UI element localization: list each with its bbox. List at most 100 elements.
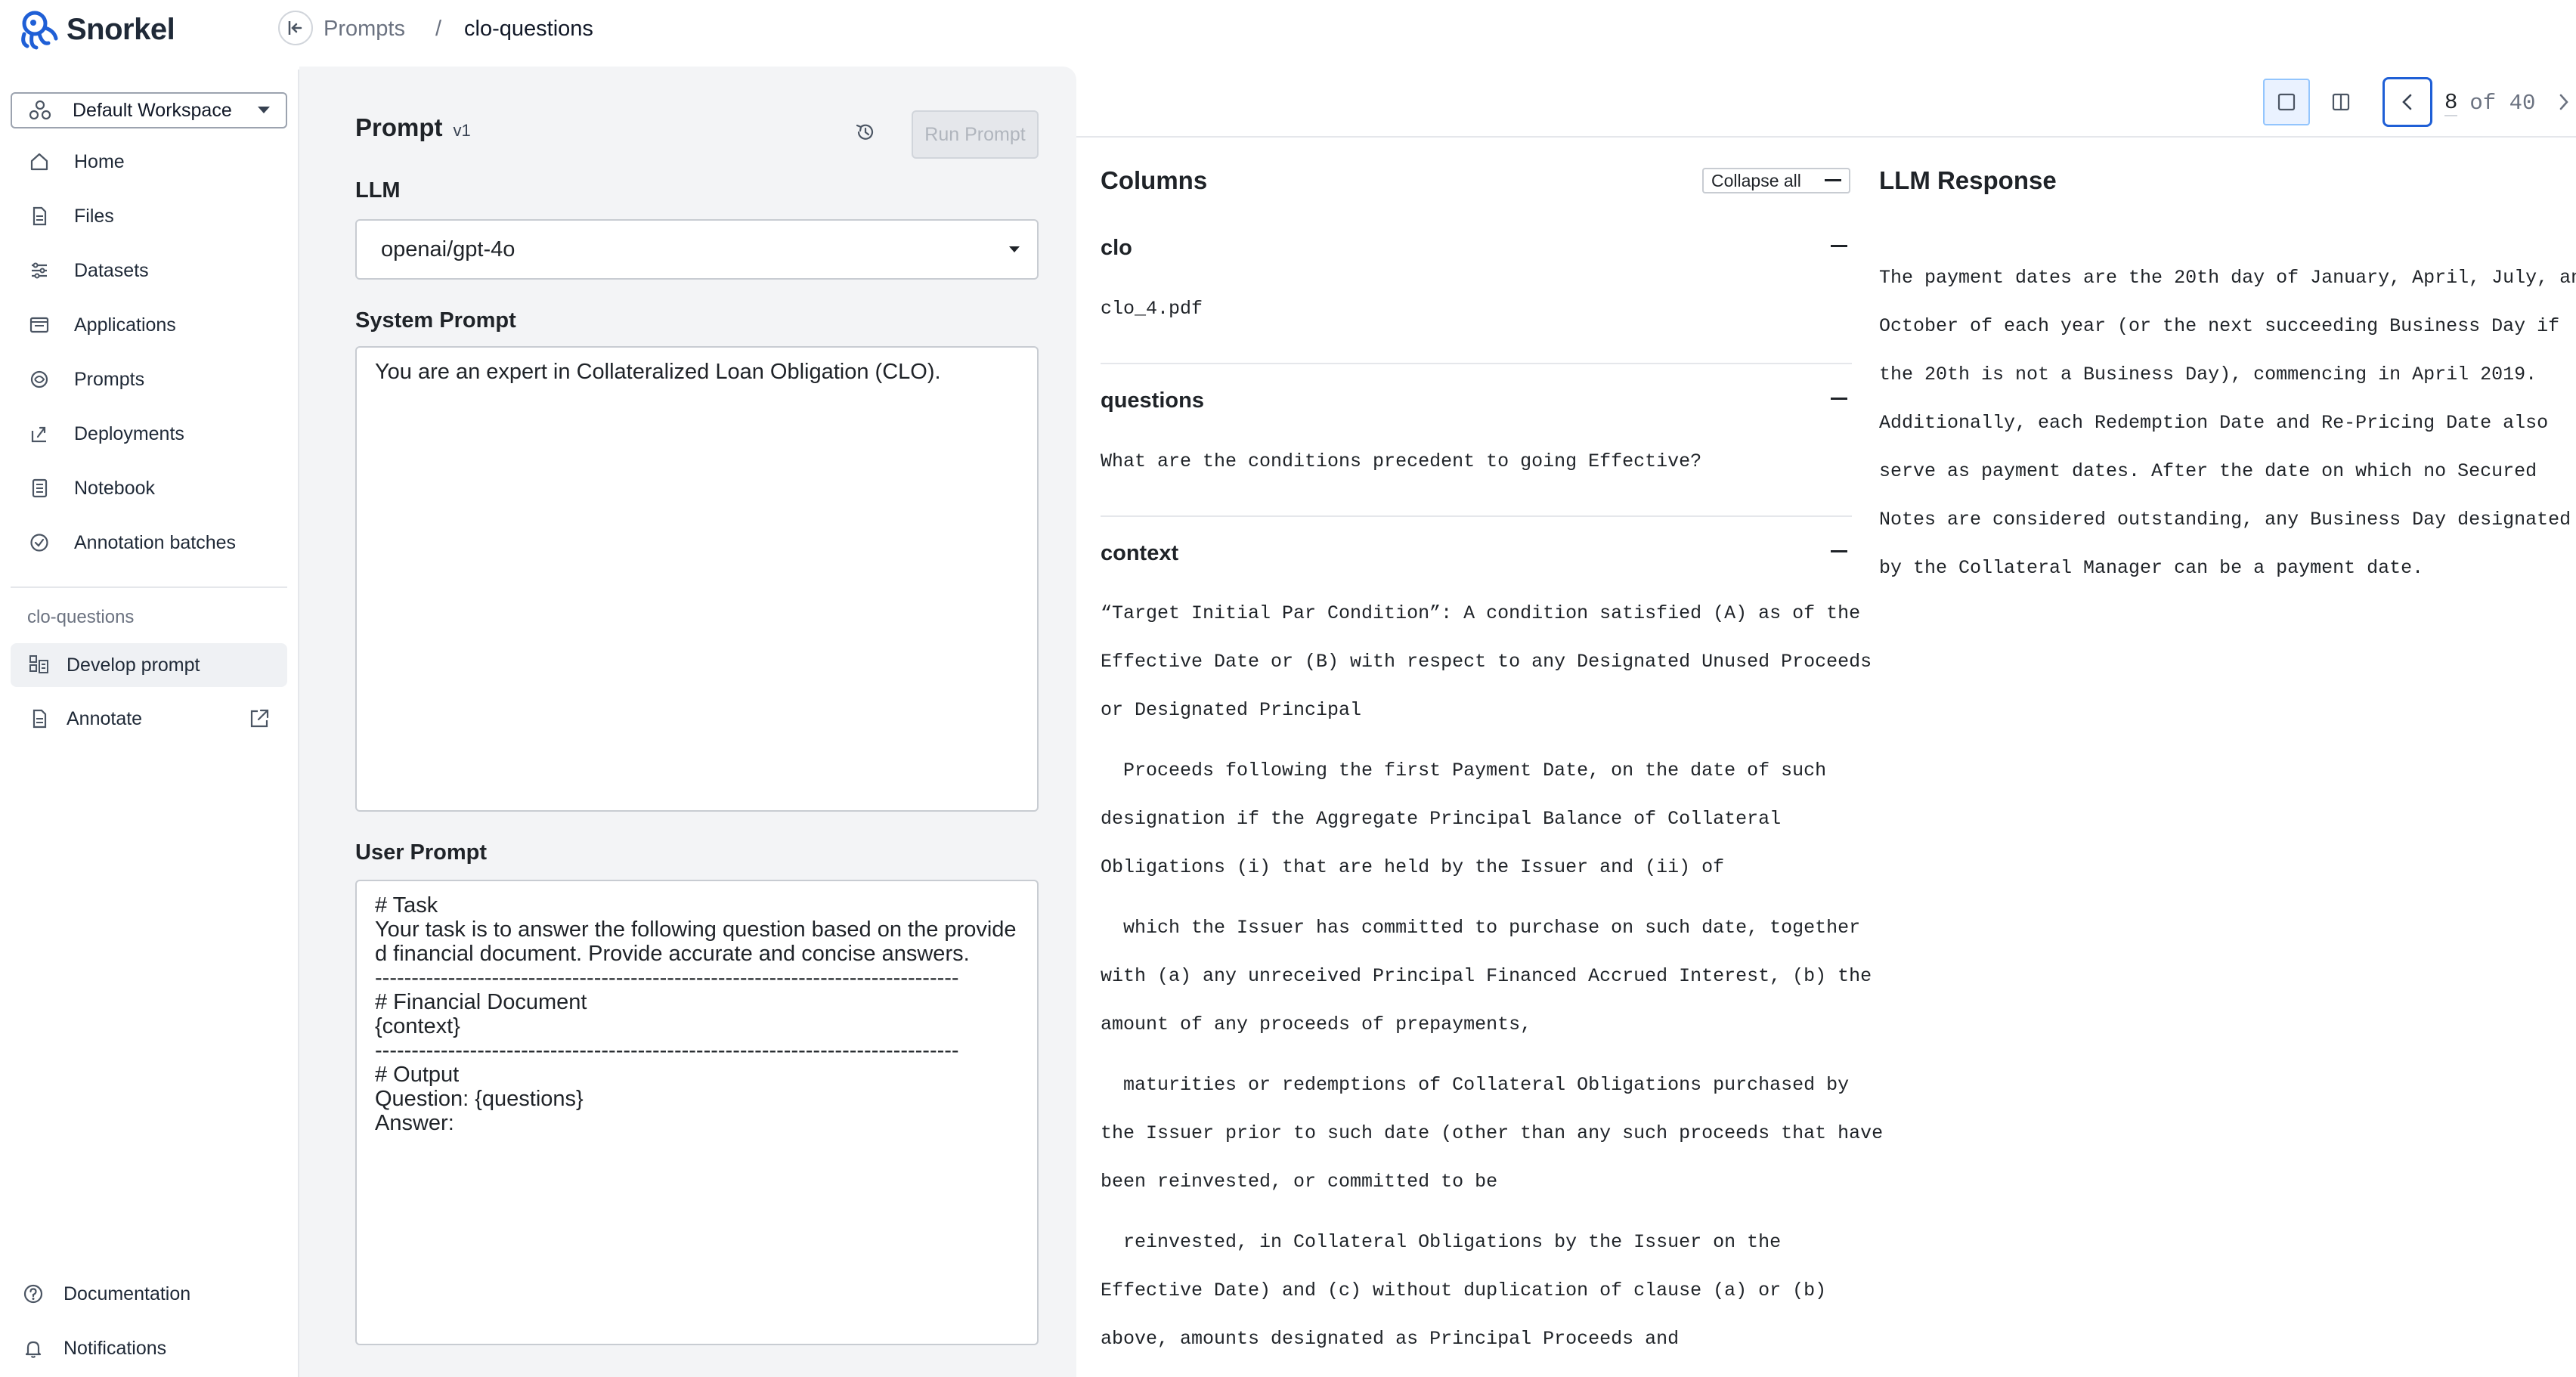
workspace-select[interactable]: Default Workspace: [11, 92, 287, 128]
user-prompt-textarea[interactable]: # Task Your task is to answer the follow…: [355, 880, 1039, 1345]
column-context-name: context: [1101, 541, 1179, 565]
sidebar-item-label: Notebook: [74, 477, 156, 499]
notebook-icon: [27, 476, 51, 500]
system-prompt-label: System Prompt: [355, 308, 516, 333]
minus-icon: [1825, 179, 1841, 182]
chevron-right-icon: [2559, 94, 2568, 110]
pager-current[interactable]: 8: [2444, 90, 2458, 116]
history-icon[interactable]: [854, 121, 877, 144]
response-line: Additionally, each Redemption Date and R…: [1879, 412, 2549, 434]
sidebar-item-label: Deployments: [74, 422, 184, 444]
develop-prompt-icon: [27, 653, 51, 677]
context-line: designation if the Aggregate Principal B…: [1101, 808, 1782, 830]
sidebar-item-deployments[interactable]: Deployments: [11, 413, 287, 455]
external-link-icon[interactable]: [248, 707, 271, 730]
breadcrumb: Prompts / clo-questions: [324, 15, 593, 42]
bell-icon: [21, 1336, 45, 1360]
pager-total: of 40: [2469, 90, 2536, 116]
user-prompt-text: # Task Your task is to answer the follow…: [375, 893, 1017, 1135]
llm-select-value: openai/gpt-4o: [381, 237, 516, 261]
context-line: Obligations (i) that are held by the Iss…: [1101, 856, 1725, 878]
sidebar-item-annotation-batches[interactable]: Annotation batches: [11, 521, 287, 564]
sidebar-item-label: Datasets: [74, 259, 149, 281]
logo[interactable]: Snorkel: [18, 6, 175, 53]
context-line: the Issuer prior to such date (other tha…: [1101, 1122, 1884, 1144]
llm-select[interactable]: openai/gpt-4o: [355, 219, 1039, 280]
pager: 8 of 40: [2444, 86, 2535, 119]
right-panel-header-border: [1076, 136, 2576, 138]
sidebar-item-annotate[interactable]: Annotate: [11, 698, 287, 740]
sidebar-divider: [11, 586, 287, 588]
collapse-all-button[interactable]: Collapse all: [1702, 168, 1850, 193]
context-line: above, amounts designated as Principal P…: [1101, 1328, 1680, 1350]
split-pane-icon: [2332, 93, 2350, 111]
prompt-header: Prompt v1: [355, 113, 471, 142]
next-button[interactable]: [2552, 85, 2576, 119]
sidebar-item-develop-prompt[interactable]: Develop prompt: [11, 643, 287, 687]
response-line: serve as payment dates. After the date o…: [1879, 460, 2537, 482]
sidebar-item-home[interactable]: Home: [11, 141, 287, 183]
brand-name: Snorkel: [67, 12, 175, 46]
sidebar-item-prompts[interactable]: Prompts: [11, 358, 287, 401]
sidebar-item-applications[interactable]: Applications: [11, 304, 287, 346]
column-questions-collapse-icon[interactable]: [1831, 398, 1847, 401]
annotation-batches-icon: [27, 531, 51, 555]
previous-button[interactable]: [2382, 77, 2432, 127]
annotate-icon: [27, 707, 51, 731]
column-clo-collapse-icon[interactable]: [1831, 245, 1847, 248]
sidebar-item-label: Annotation batches: [74, 531, 237, 553]
column-context-value: “Target Initial Par Condition”: A condit…: [1101, 589, 1884, 1363]
sidebar-item-label: Prompts: [74, 368, 145, 390]
sidebar-section-label: clo-questions: [27, 607, 135, 627]
llm-response-text: The payment dates are the 20th day of Ja…: [1879, 254, 2576, 593]
sidebar-item-datasets[interactable]: Datasets: [11, 249, 287, 292]
column-questions-name: questions: [1101, 388, 1204, 413]
system-prompt-textarea[interactable]: You are an expert in Collateralized Loan…: [355, 346, 1039, 812]
workspace-name: Default Workspace: [73, 99, 232, 121]
response-line: Notes are considered outstanding, any Bu…: [1879, 509, 2571, 531]
context-line: reinvested, in Collateral Obligations by…: [1101, 1231, 1782, 1253]
response-line: by the Collateral Manager can be a payme…: [1879, 557, 2424, 579]
help-icon: [21, 1282, 45, 1306]
column-questions-value: What are the conditions precedent to goi…: [1101, 450, 1702, 472]
datasets-icon: [27, 258, 51, 283]
split-view-button[interactable]: [2317, 79, 2364, 125]
prompt-title: Prompt: [355, 113, 443, 141]
response-line: The payment dates are the 20th day of Ja…: [1879, 267, 2576, 289]
breadcrumb-current: clo-questions: [464, 16, 593, 41]
context-line: amount of any proceeds of prepayments,: [1101, 1013, 1532, 1035]
context-line: maturities or redemptions of Collateral …: [1101, 1074, 1850, 1096]
sidebar-item-label: Notifications: [63, 1337, 167, 1359]
deployments-icon: [27, 422, 51, 446]
context-line: Effective Date or (B) with respect to an…: [1101, 651, 1872, 673]
column-divider: [1101, 363, 1852, 364]
column-clo-name: clo: [1101, 236, 1132, 260]
sidebar-item-files[interactable]: Files: [11, 195, 287, 237]
prompt-version: v1: [453, 121, 471, 140]
sidebar-item-notifications[interactable]: Notifications: [5, 1327, 281, 1369]
context-line: which the Issuer has committed to purcha…: [1101, 917, 1861, 939]
sidebar-item-documentation[interactable]: Documentation: [5, 1273, 281, 1315]
breadcrumb-prompts-link[interactable]: Prompts: [324, 17, 405, 42]
sidebar-item-notebook[interactable]: Notebook: [11, 467, 287, 509]
column-clo-value: clo_4.pdf: [1101, 298, 1203, 320]
system-prompt-text: You are an expert in Collateralized Loan…: [375, 360, 941, 384]
run-prompt-button[interactable]: Run Prompt: [912, 110, 1039, 159]
context-line: or Designated Principal: [1101, 699, 1362, 721]
sidebar-item-label: Develop prompt: [67, 654, 200, 676]
column-context-collapse-icon[interactable]: [1831, 550, 1847, 553]
collapse-left-icon: [288, 21, 302, 35]
single-view-button[interactable]: [2263, 79, 2310, 125]
collapse-sidebar-button[interactable]: [278, 11, 313, 45]
file-icon: [27, 204, 51, 228]
context-line: been reinvested, or committed to be: [1101, 1171, 1498, 1193]
response-line: the 20th is not a Business Day), commenc…: [1879, 364, 2537, 385]
octopus-logo-icon: [18, 8, 60, 51]
chevron-down-icon: [257, 106, 271, 115]
sidebar-item-label: Annotate: [67, 707, 143, 729]
chevron-down-icon: [1008, 246, 1020, 253]
context-line: Proceeds following the first Payment Dat…: [1101, 760, 1827, 781]
llm-response-title: LLM Response: [1879, 166, 2057, 194]
sidebar-item-label: Applications: [74, 314, 176, 336]
llm-label: LLM: [355, 178, 401, 203]
